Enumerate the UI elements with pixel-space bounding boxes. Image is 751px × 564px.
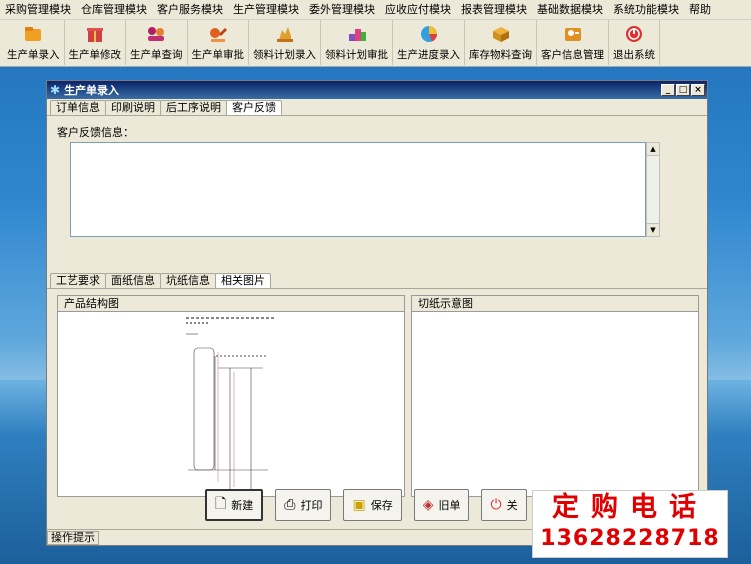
- advert-phone-number: 13628228718: [540, 526, 720, 551]
- save-disk-icon: ▣: [352, 497, 366, 513]
- tab-post-process-notes[interactable]: 后工序说明: [160, 100, 227, 115]
- window-controls: _ □ ×: [661, 84, 707, 96]
- exit-icon: [626, 26, 642, 42]
- tab-process-requirements[interactable]: 工艺要求: [50, 273, 106, 288]
- tab-related-images[interactable]: 相关图片: [215, 273, 271, 289]
- approve-icon: [209, 28, 227, 42]
- feedback-label: 客户反馈信息：: [57, 126, 134, 139]
- material-plan-approve-label: 领料计划审批: [325, 49, 388, 61]
- pie-chart-icon: [420, 26, 437, 42]
- menu-item-production[interactable]: 生产管理模块: [228, 0, 304, 20]
- new-button[interactable]: 🗋 新建: [205, 489, 264, 521]
- window-title: 生产单录入: [64, 84, 120, 97]
- order-entry-window: ✱ 生产单录入 _ □ × 订单信息 印刷说明 后工序说明 客户反馈 客户反馈信…: [46, 80, 708, 546]
- order-edit-label: 生产单修改: [68, 49, 122, 61]
- customer-feedback-panel: 客户反馈信息： ▲ ▼: [47, 115, 707, 272]
- contacts-icon: [564, 28, 581, 41]
- customer-info-label: 客户信息管理: [541, 49, 604, 61]
- cutting-diagram-title: 切纸示意图: [412, 296, 698, 312]
- tab-customer-feedback[interactable]: 客户反馈: [226, 100, 282, 116]
- power-icon: ⏻: [490, 497, 502, 513]
- product-structure-drawing: [186, 317, 276, 493]
- new-document-icon: 🗋: [215, 496, 227, 512]
- new-button-label: 新建: [231, 499, 254, 512]
- material-plan-entry-label: 领料计划录入: [253, 49, 316, 61]
- gift-icon: [86, 28, 103, 42]
- progress-entry-button[interactable]: 生产进度录入: [393, 20, 465, 65]
- material-plan-approve-button[interactable]: 领料计划审批: [321, 20, 393, 65]
- customer-info-button[interactable]: 客户信息管理: [537, 20, 609, 65]
- status-hint: 操作提示: [47, 530, 99, 545]
- restore-button[interactable]: □: [676, 84, 690, 96]
- app-star-icon: ✱: [50, 83, 61, 97]
- save-button[interactable]: ▣ 保存: [343, 489, 402, 521]
- scroll-up-icon[interactable]: ▲: [647, 143, 659, 156]
- order-entry-button[interactable]: 生产单录入: [3, 20, 65, 65]
- order-edit-button[interactable]: 生产单修改: [65, 20, 126, 65]
- old-order-button[interactable]: ◈ 旧单: [413, 489, 470, 521]
- printer-icon: ⎙: [284, 497, 296, 513]
- minimize-button[interactable]: _: [661, 84, 675, 96]
- menu-item-warehouse[interactable]: 仓库管理模块: [76, 0, 152, 20]
- feedback-textarea[interactable]: [70, 142, 646, 237]
- menu-item-base-data[interactable]: 基础数据模块: [532, 0, 608, 20]
- exit-system-label: 退出系统: [613, 49, 655, 61]
- tab-face-paper-info[interactable]: 面纸信息: [105, 273, 161, 288]
- save-button-label: 保存: [370, 499, 393, 512]
- eraser-icon: ◈: [422, 497, 434, 513]
- bottom-tab-strip: 工艺要求 面纸信息 坑纸信息 相关图片: [47, 272, 707, 289]
- people-icon: [148, 27, 165, 41]
- exit-system-button[interactable]: 退出系统: [609, 20, 660, 65]
- old-order-button-label: 旧单: [438, 499, 461, 512]
- scroll-down-icon[interactable]: ▼: [647, 223, 659, 236]
- close-button[interactable]: ×: [691, 84, 705, 96]
- progress-entry-label: 生产进度录入: [397, 49, 460, 61]
- menu-item-purchase[interactable]: 采购管理模块: [0, 0, 76, 20]
- menu-item-reports[interactable]: 报表管理模块: [456, 0, 532, 20]
- inventory-query-label: 库存物料查询: [469, 49, 532, 61]
- toolbar: 生产单录入 生产单修改 生产单查询 生产单审批 领料计划录入 领料计划审批 生产…: [0, 20, 751, 67]
- print-button-label: 打印: [300, 499, 323, 512]
- tab-print-notes[interactable]: 印刷说明: [105, 100, 161, 115]
- product-structure-title: 产品结构图: [58, 296, 404, 312]
- print-button[interactable]: ⎙ 打印: [275, 489, 332, 521]
- menu-item-system[interactable]: 系统功能模块: [608, 0, 684, 20]
- menu-item-outsource[interactable]: 委外管理模块: [304, 0, 380, 20]
- box-icon: [492, 27, 509, 42]
- advert-title: 定购电话: [552, 492, 708, 523]
- top-tab-strip: 订单信息 印刷说明 后工序说明 客户反馈: [47, 99, 707, 116]
- window-title-bar[interactable]: ✱ 生产单录入 _ □ ×: [47, 81, 707, 99]
- phone-advert: 定购电话 13628228718: [532, 490, 728, 558]
- material-plan-entry-button[interactable]: 领料计划录入: [249, 20, 321, 65]
- tab-corrugated-paper-info[interactable]: 坑纸信息: [160, 273, 216, 288]
- menu-item-receivables[interactable]: 应收应付模块: [380, 0, 456, 20]
- tab-order-info[interactable]: 订单信息: [50, 100, 106, 115]
- menu-item-help[interactable]: 帮助: [684, 0, 716, 20]
- blocks-icon: [348, 29, 366, 41]
- order-approve-label: 生产单审批: [191, 49, 245, 61]
- menu-item-customer-service[interactable]: 客户服务模块: [152, 0, 228, 20]
- order-entry-label: 生产单录入: [7, 49, 60, 61]
- order-approve-button[interactable]: 生产单审批: [188, 20, 249, 65]
- close-window-button-label: 关: [506, 499, 518, 512]
- menu-bar: 采购管理模块 仓库管理模块 客户服务模块 生产管理模块 委外管理模块 应收应付模…: [0, 0, 751, 20]
- product-structure-group: 产品结构图: [57, 295, 405, 497]
- hand-icon: [276, 27, 293, 42]
- cutting-diagram-group: 切纸示意图: [411, 295, 699, 497]
- inventory-query-button[interactable]: 库存物料查询: [465, 20, 537, 65]
- feedback-scrollbar[interactable]: ▲ ▼: [646, 142, 660, 237]
- folder-icon: [25, 27, 42, 41]
- order-query-button[interactable]: 生产单查询: [126, 20, 188, 65]
- close-window-button[interactable]: ⏻ 关: [481, 489, 527, 521]
- order-query-label: 生产单查询: [130, 49, 183, 61]
